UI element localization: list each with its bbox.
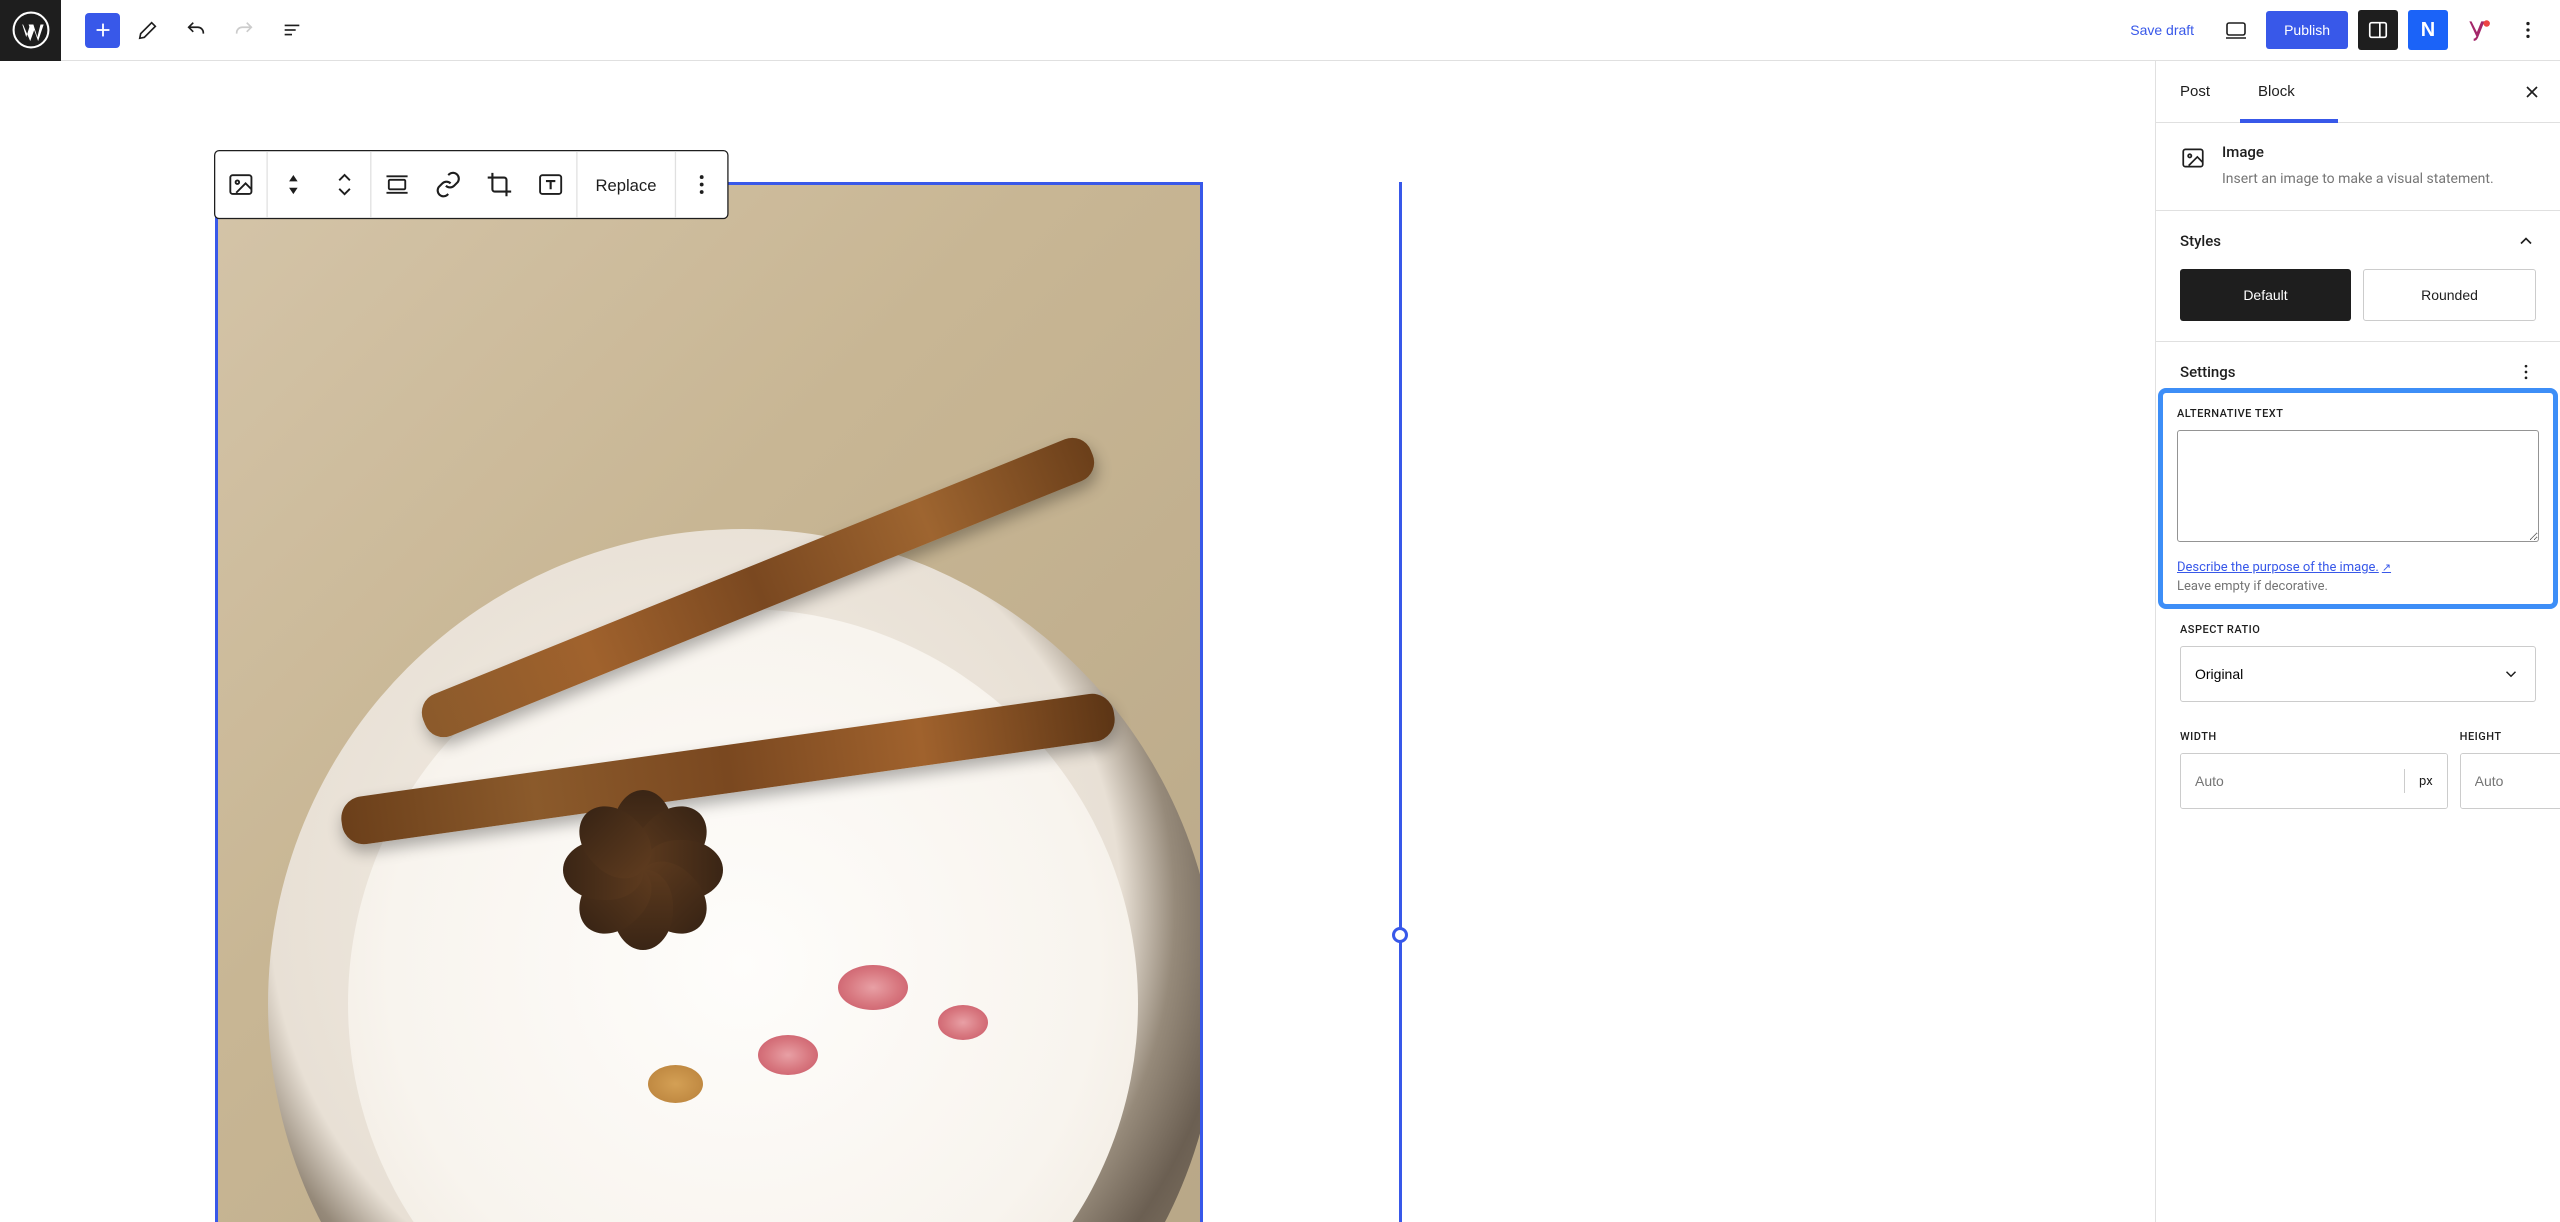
wordpress-logo[interactable] (0, 0, 61, 61)
alt-text-highlight: ALTERNATIVE TEXT Describe the purpose of… (2158, 388, 2558, 609)
height-input[interactable] (2461, 754, 2560, 808)
style-default-button[interactable]: Default (2180, 269, 2351, 321)
drag-handle-icon[interactable] (268, 151, 319, 218)
styles-panel-toggle[interactable]: Styles (2180, 231, 2536, 251)
crop-button[interactable] (474, 151, 525, 218)
editor-canvas[interactable]: Replace (0, 61, 2155, 1222)
more-vertical-icon[interactable] (2516, 362, 2536, 382)
external-link-icon: ↗ (2382, 561, 2391, 574)
style-rounded-button[interactable]: Rounded (2363, 269, 2536, 321)
alt-text-help-link[interactable]: Describe the purpose of the image.↗ (2177, 560, 2391, 575)
sidebar-toggle-button[interactable] (2358, 10, 2398, 50)
plugin-n-button[interactable]: N (2408, 10, 2448, 50)
document-overview-button[interactable] (272, 10, 312, 50)
alt-text-input[interactable] (2177, 430, 2539, 542)
width-input[interactable] (2181, 754, 2390, 808)
styles-heading: Styles (2180, 232, 2221, 250)
chevron-up-icon (2516, 231, 2536, 251)
image-block-icon[interactable] (215, 151, 266, 218)
alt-text-help-text: Leave empty if decorative. (2177, 579, 2539, 594)
block-toolbar: Replace (214, 150, 728, 219)
replace-button[interactable]: Replace (578, 151, 675, 218)
align-button[interactable] (371, 151, 422, 218)
aspect-ratio-select[interactable]: Original (2180, 646, 2536, 702)
alt-text-label: ALTERNATIVE TEXT (2177, 407, 2539, 420)
yoast-button[interactable] (2458, 10, 2498, 50)
undo-button[interactable] (176, 10, 216, 50)
width-unit[interactable]: px (2390, 754, 2447, 808)
redo-button (224, 10, 264, 50)
text-overlay-button[interactable] (525, 151, 576, 218)
block-more-options-button[interactable] (676, 151, 727, 218)
move-icon[interactable] (319, 151, 370, 218)
tab-post[interactable]: Post (2156, 61, 2234, 123)
block-inserter-button[interactable] (85, 13, 120, 48)
width-label: WIDTH (2180, 730, 2448, 743)
settings-panel-toggle[interactable]: Settings (2180, 362, 2536, 382)
height-label: HEIGHT (2460, 730, 2560, 743)
editor-topbar: Save draft Publish N (0, 0, 2560, 61)
publish-button[interactable]: Publish (2266, 11, 2348, 49)
image-icon (2180, 145, 2206, 171)
settings-sidebar: Post Block Image Insert an image to make… (2155, 61, 2560, 1222)
settings-heading: Settings (2180, 363, 2236, 381)
tools-button[interactable] (128, 10, 168, 50)
close-sidebar-button[interactable] (2512, 72, 2552, 112)
image-content (218, 185, 1200, 1222)
block-title: Image (2222, 143, 2494, 161)
options-button[interactable] (2508, 10, 2548, 50)
save-draft-button[interactable]: Save draft (2118, 14, 2206, 46)
aspect-ratio-label: ASPECT RATIO (2180, 623, 2536, 636)
preview-button[interactable] (2216, 10, 2256, 50)
block-description: Insert an image to make a visual stateme… (2222, 169, 2494, 190)
link-button[interactable] (423, 151, 474, 218)
image-block[interactable] (215, 182, 1203, 1222)
resize-handle[interactable] (1392, 927, 1408, 943)
tab-block[interactable]: Block (2234, 61, 2319, 123)
